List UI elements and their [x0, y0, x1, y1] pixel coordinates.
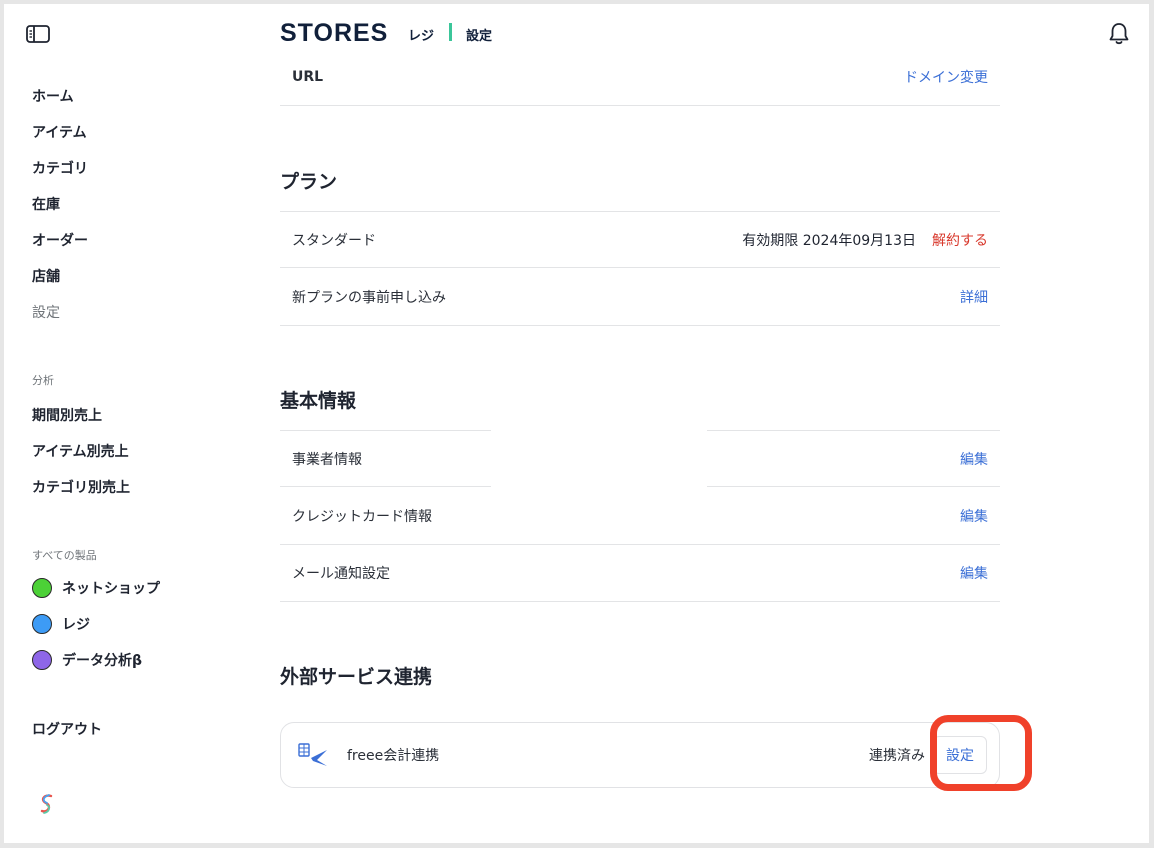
service-settings-button[interactable]: 設定 — [933, 736, 987, 774]
notification-bell-icon[interactable] — [1108, 22, 1130, 46]
basic-info-row-credit-card: クレジットカード情報 編集 — [280, 488, 1000, 545]
product-name: レジ — [408, 29, 435, 44]
change-domain-link[interactable]: ドメイン変更 — [904, 67, 988, 87]
divider-gap — [491, 429, 707, 432]
brand-logo: STORES — [280, 19, 389, 47]
sidebar-item-sales-by-category[interactable]: カテゴリ別売上 — [32, 477, 130, 497]
sidebar-item-sales-by-item[interactable]: アイテム別売上 — [32, 441, 129, 461]
stores-logo-icon — [40, 794, 53, 814]
cancel-plan-link[interactable]: 解約する — [932, 230, 988, 250]
plan-name: スタンダード — [292, 232, 376, 249]
plan-details-link[interactable]: 詳細 — [960, 287, 988, 307]
credit-card-label: クレジットカード情報 — [292, 509, 432, 525]
basic-info-row-business: 事業者情報 編集 — [280, 430, 1000, 487]
app-frame: ホーム アイテム カテゴリ 在庫 オーダー 店舗 設定 分析 期間別売上 アイテ… — [4, 4, 1149, 843]
section-label-products: すべての製品 — [32, 549, 97, 562]
sidebar-item-categories[interactable]: カテゴリ — [32, 158, 88, 178]
freee-bird-icon — [298, 743, 327, 766]
product-label: データ分析β — [62, 653, 143, 669]
data-analysis-dot-icon — [32, 650, 52, 670]
sidebar-item-stores[interactable]: 店舗 — [32, 266, 60, 286]
service-name: freee会計連携 — [347, 748, 440, 764]
edit-business-info-link[interactable]: 編集 — [960, 449, 988, 469]
sidebar-item-items[interactable]: アイテム — [32, 122, 87, 142]
page-title: 設定 — [466, 29, 493, 44]
url-row: URL ドメイン変更 — [280, 49, 1000, 106]
product-item-regi[interactable]: レジ — [32, 613, 90, 635]
plan-expiry: 有効期限 2024年09月13日 — [742, 232, 916, 249]
sidebar-item-sales-by-period[interactable]: 期間別売上 — [32, 405, 102, 425]
sidebar-toggle-icon[interactable] — [26, 24, 50, 44]
plan-row-preorder: 新プランの事前申し込み 詳細 — [280, 269, 1000, 326]
email-notification-label: メール通知設定 — [292, 566, 390, 582]
sidebar-item-inventory[interactable]: 在庫 — [32, 194, 60, 214]
edit-email-notification-link[interactable]: 編集 — [960, 563, 988, 583]
sidebar-item-home[interactable]: ホーム — [32, 86, 74, 106]
freee-integration-card: freee会計連携 連携済み 設定 — [280, 722, 1000, 788]
section-label-analysis: 分析 — [32, 374, 54, 387]
service-status: 連携済み — [869, 748, 925, 764]
integrations-section-title: 外部サービス連携 — [280, 666, 433, 688]
product-item-data-analysis[interactable]: データ分析β — [32, 649, 142, 671]
plan-section-title: プラン — [280, 171, 338, 193]
sidebar-item-settings[interactable]: 設定 — [32, 302, 60, 322]
plan-row-standard: スタンダード 有効期限 2024年09月13日 解約する — [280, 211, 1000, 268]
sidebar: ホーム アイテム カテゴリ 在庫 オーダー 店舗 設定 分析 期間別売上 アイテ… — [4, 4, 254, 843]
basic-info-section-title: 基本情報 — [280, 390, 357, 412]
sidebar-item-orders[interactable]: オーダー — [32, 230, 88, 250]
product-label: ネットショップ — [62, 581, 160, 597]
url-label: URL — [292, 69, 324, 85]
brand-separator — [449, 23, 452, 41]
business-info-label: 事業者情報 — [292, 451, 362, 468]
logout-link[interactable]: ログアウト — [32, 719, 102, 739]
product-label: レジ — [62, 617, 90, 633]
edit-credit-card-link[interactable]: 編集 — [960, 506, 988, 526]
regi-dot-icon — [32, 614, 52, 634]
basic-info-row-email: メール通知設定 編集 — [280, 545, 1000, 602]
netshop-dot-icon — [32, 578, 52, 598]
new-plan-label: 新プランの事前申し込み — [292, 290, 446, 306]
product-item-netshop[interactable]: ネットショップ — [32, 577, 160, 599]
